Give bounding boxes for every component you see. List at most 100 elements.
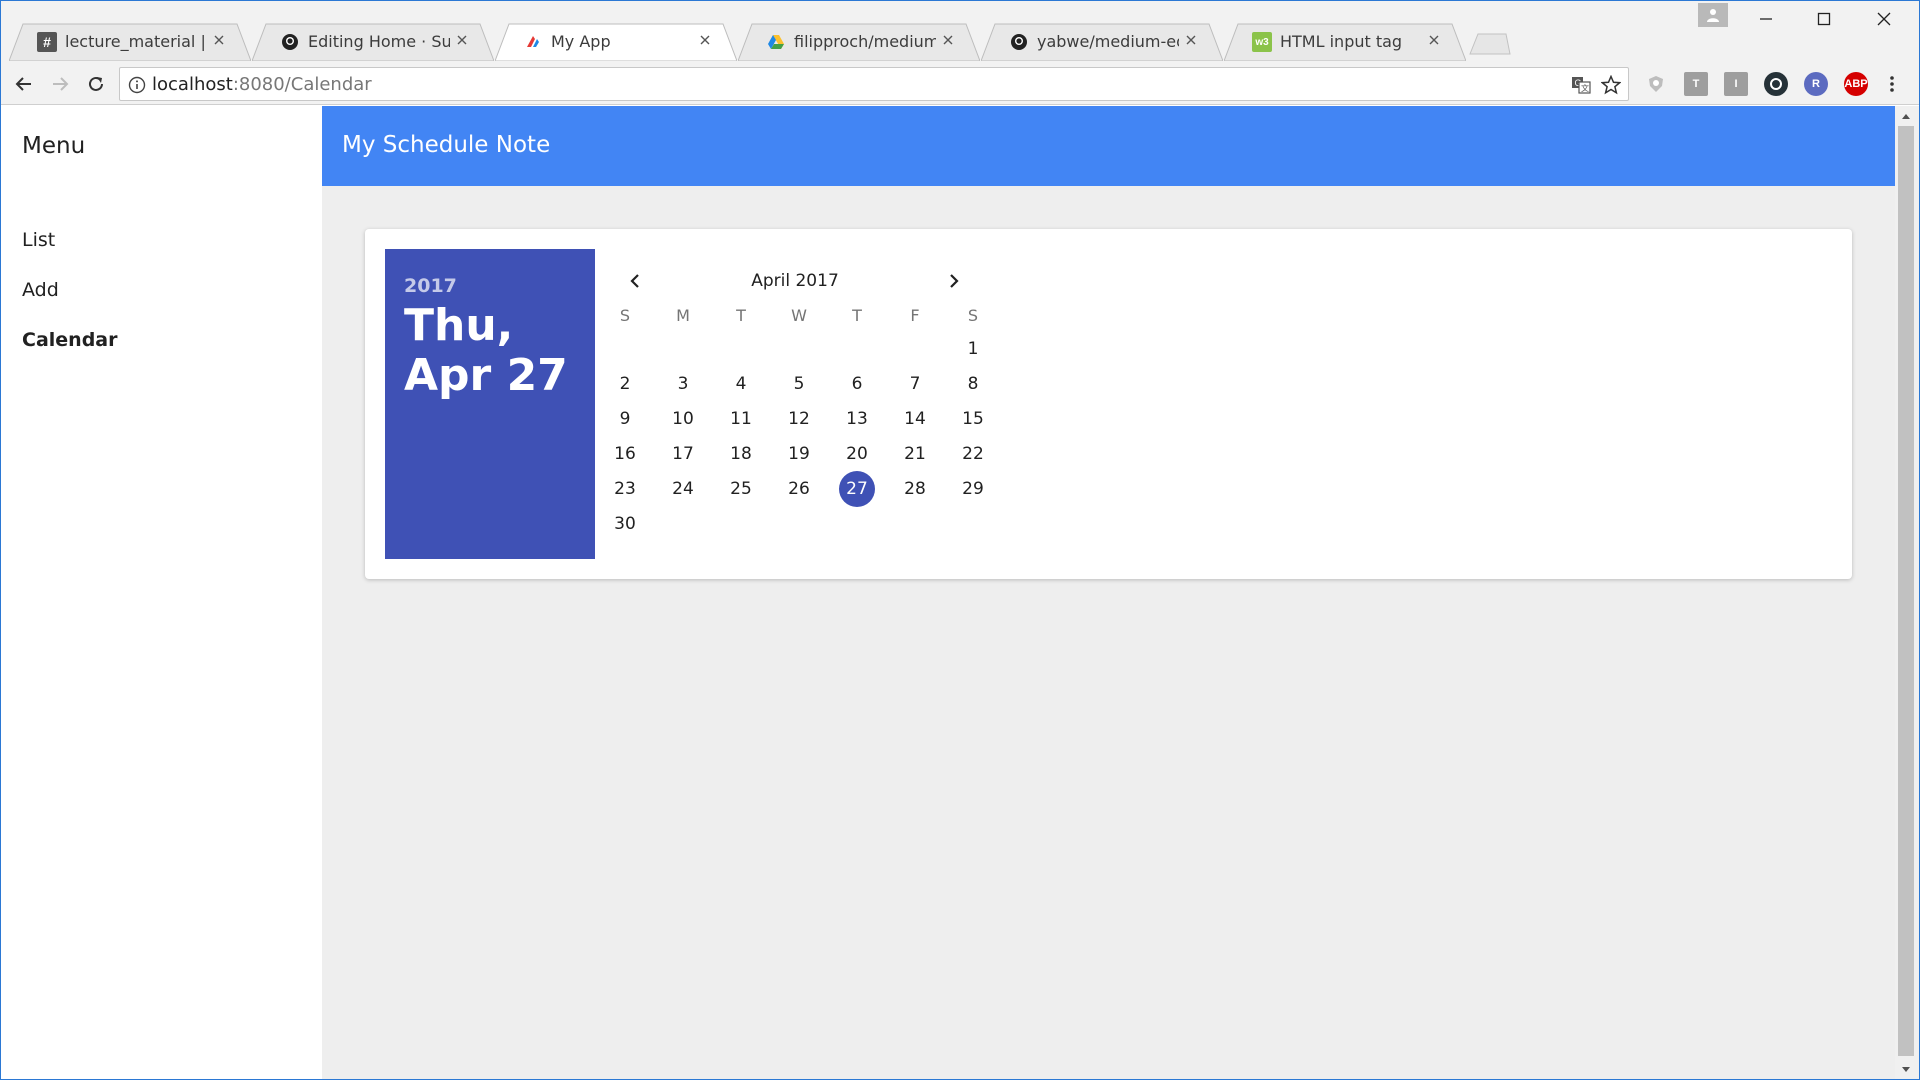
browser-window: # lecture_material | Hanyang Editing Home … <box>0 0 1920 1080</box>
tab-1[interactable]: # lecture_material | Hanyang <box>9 23 251 61</box>
extension-r-icon[interactable]: R <box>1804 72 1828 96</box>
menu-item-calendar[interactable]: Calendar <box>22 329 117 351</box>
day-cell[interactable]: 5 <box>781 366 817 402</box>
tab-title: filipproch/medium-editor <box>794 32 936 51</box>
chrome-menu-button[interactable] <box>1877 69 1907 99</box>
weekday-label: M <box>676 306 690 325</box>
browser-toolbar: localhost:8080/Calendar G文 T I R ABP <box>1 63 1919 105</box>
day-selected[interactable]: 27 <box>839 471 875 507</box>
maximize-button[interactable] <box>1796 3 1852 35</box>
tab-close-button[interactable] <box>452 31 472 51</box>
tab-6[interactable]: w3 HTML input tag <box>1224 23 1466 61</box>
back-button[interactable] <box>9 69 39 99</box>
star-icon <box>1601 75 1621 95</box>
minimize-button[interactable] <box>1738 3 1794 35</box>
next-month-button[interactable] <box>940 267 968 295</box>
extension-shield-icon[interactable] <box>1644 72 1668 96</box>
tab-4[interactable]: filipproch/medium-editor <box>738 23 980 61</box>
day-cell[interactable]: 23 <box>607 471 643 507</box>
day-cell[interactable]: 3 <box>665 366 701 402</box>
day-cell[interactable]: 30 <box>607 506 643 542</box>
profile-button[interactable] <box>1698 3 1728 27</box>
tab-close-button[interactable] <box>1181 31 1201 51</box>
page-viewport: Menu List Add Calendar My Schedule Note 20… <box>1 106 1895 1079</box>
day-cell[interactable]: 1 <box>955 331 991 367</box>
weekday-label: S <box>967 306 979 325</box>
tab-3[interactable]: My App <box>495 23 737 61</box>
new-tab-button[interactable] <box>1468 33 1512 55</box>
arrow-right-icon <box>53 77 69 91</box>
day-cell[interactable]: 15 <box>955 401 991 437</box>
day-cell[interactable]: 10 <box>665 401 701 437</box>
day-cell[interactable]: 4 <box>723 366 759 402</box>
weekday-header: SMTWTFS <box>613 306 978 328</box>
scroll-up-button[interactable] <box>1899 109 1913 123</box>
drive-icon <box>766 32 786 52</box>
extension-t-icon[interactable]: T <box>1684 72 1708 96</box>
day-cell[interactable]: 2 <box>607 366 643 402</box>
extension-i-icon[interactable]: I <box>1724 72 1748 96</box>
app-bar: My Schedule Note <box>322 106 1895 186</box>
day-cell[interactable]: 11 <box>723 401 759 437</box>
reload-button[interactable] <box>81 69 111 99</box>
extension-face-icon[interactable] <box>1764 72 1788 96</box>
day-grid: 1 2 3 4 5 6 7 8 9 10 11 12 13 14 15 16 17 18 19 20 21 22 23 24 2… <box>613 333 984 543</box>
tab-close-button[interactable] <box>695 31 715 51</box>
day-cell[interactable]: 26 <box>781 471 817 507</box>
menu-item-list[interactable]: List <box>22 229 55 251</box>
day-cell[interactable]: 25 <box>723 471 759 507</box>
translate-button[interactable]: G文 <box>1570 74 1592 96</box>
info-icon[interactable] <box>128 76 146 94</box>
address-bar[interactable]: localhost:8080/Calendar G文 <box>119 67 1629 101</box>
day-cell[interactable]: 28 <box>897 471 933 507</box>
url-host: localhost <box>152 74 233 95</box>
app-title: My Schedule Note <box>342 132 551 158</box>
day-cell[interactable]: 20 <box>839 436 875 472</box>
day-cell[interactable]: 12 <box>781 401 817 437</box>
year-label[interactable]: 2017 <box>404 275 457 297</box>
day-cell[interactable]: 7 <box>897 366 933 402</box>
day-cell[interactable]: 24 <box>665 471 701 507</box>
maximize-icon <box>1817 12 1831 26</box>
day-cell[interactable]: 9 <box>607 401 643 437</box>
day-cell[interactable]: 22 <box>955 436 991 472</box>
adblock-icon[interactable]: ABP <box>1844 72 1868 96</box>
close-icon <box>1429 35 1439 45</box>
forward-button[interactable] <box>45 69 75 99</box>
close-icon <box>214 35 224 45</box>
day-cell[interactable]: 29 <box>955 471 991 507</box>
weekday-label: F <box>910 306 920 325</box>
tab-5[interactable]: yabwe/medium-editor: A <box>981 23 1223 61</box>
prev-month-button[interactable] <box>621 267 649 295</box>
date-picker-header: 2017 Thu, Apr 27 <box>385 249 595 559</box>
close-icon <box>943 35 953 45</box>
day-cell[interactable]: 8 <box>955 366 991 402</box>
weekday-label: T <box>736 306 746 325</box>
day-cell[interactable]: 18 <box>723 436 759 472</box>
day-cell[interactable]: 14 <box>897 401 933 437</box>
day-cell[interactable]: 21 <box>897 436 933 472</box>
page-scrollbar[interactable] <box>1895 106 1919 1079</box>
tab-close-button[interactable] <box>1424 31 1444 51</box>
weekday-label: W <box>791 306 807 325</box>
day-cell[interactable]: 16 <box>607 436 643 472</box>
tab-close-button[interactable] <box>938 31 958 51</box>
tab-title: Editing Home · SunSang <box>308 32 450 51</box>
tab-title: My App <box>551 32 611 51</box>
tab-title: HTML input tag <box>1280 32 1403 51</box>
close-icon <box>457 35 467 45</box>
menu-item-add[interactable]: Add <box>22 279 59 301</box>
day-cell[interactable]: 13 <box>839 401 875 437</box>
scroll-down-button[interactable] <box>1899 1063 1913 1077</box>
url-text[interactable]: localhost:8080/Calendar <box>152 75 372 95</box>
tab-close-button[interactable] <box>209 31 229 51</box>
close-window-button[interactable] <box>1856 3 1912 35</box>
scrollbar-thumb[interactable] <box>1898 126 1914 1056</box>
day-cell[interactable]: 6 <box>839 366 875 402</box>
month-label: April 2017 <box>751 271 839 291</box>
day-cell[interactable]: 19 <box>781 436 817 472</box>
extension-label: I <box>1734 78 1738 90</box>
day-cell[interactable]: 17 <box>665 436 701 472</box>
bookmark-button[interactable] <box>1600 74 1622 96</box>
tab-2[interactable]: Editing Home · SunSang <box>252 23 494 61</box>
